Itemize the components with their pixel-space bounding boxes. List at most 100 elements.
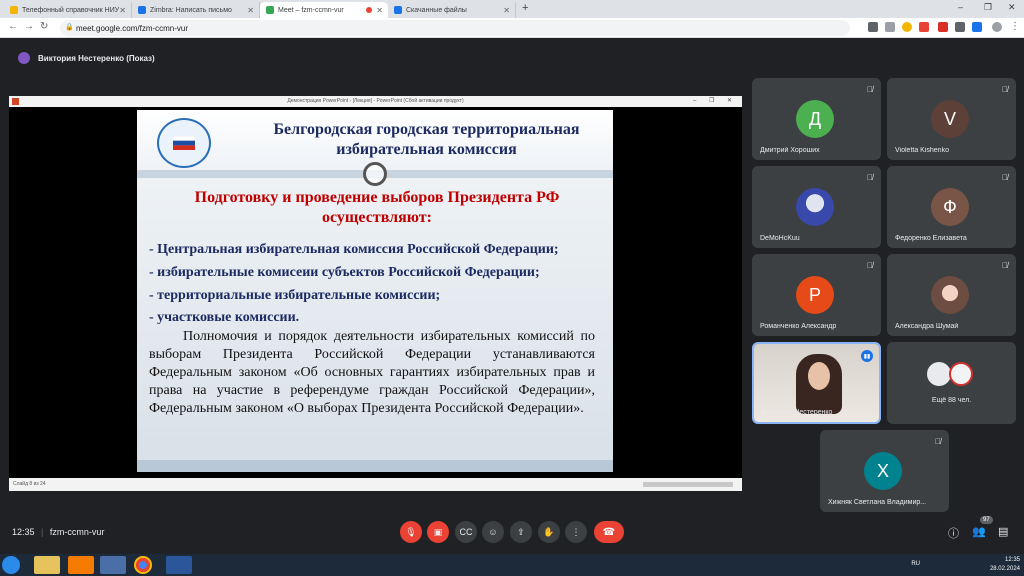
reload-icon[interactable]: ↻	[40, 21, 48, 32]
maximize-button[interactable]: ❐	[984, 2, 992, 13]
participant-tile-speaking[interactable]: ▮▮ Виктория Нестеренко	[752, 342, 881, 424]
tray-date: 28.02.2024	[989, 566, 1020, 572]
more-participants-tile[interactable]: Ещё 88 чел.	[887, 342, 1016, 424]
extension-icon[interactable]	[868, 22, 878, 32]
more-vert-icon: ⋮	[571, 526, 581, 537]
tab-downloads[interactable]: Скачанные файлы ✕	[388, 2, 516, 18]
commission-emblem-icon	[157, 118, 211, 168]
language-indicator[interactable]: RU	[911, 560, 920, 569]
slide-bullet: - Центральная избирательная комиссия Рос…	[149, 242, 559, 257]
speaking-indicator-icon: ▮▮	[861, 350, 873, 362]
mic-off-icon: 🎙̸	[1002, 261, 1008, 270]
participant-tile[interactable]: 🎙̸ DeMoHcKuu	[752, 166, 881, 248]
emoji-icon: ☺	[488, 527, 498, 537]
camera-toggle-button[interactable]: ▣	[427, 521, 449, 543]
address-bar[interactable]: 🔒 meet.google.com/fzm-ccmn-vur	[60, 20, 850, 36]
participant-tile[interactable]: Р 🎙̸ Романченко Александр	[752, 254, 881, 336]
slide-bullet: - территориальные избирательные комиссии…	[149, 288, 441, 303]
slide-paragraph: Полномочия и порядок деятельности избира…	[149, 329, 595, 416]
mic-off-icon: 🎙̸	[867, 173, 873, 182]
participant-name: Романченко Александр	[760, 323, 837, 330]
extension-icon[interactable]	[972, 22, 982, 32]
powerpoint-title-bar: Демонстрация PowerPoint - [Лекция] - Pow…	[9, 96, 742, 107]
view-controls	[643, 482, 733, 487]
tab-phone-directory[interactable]: Телефонный справочник НИУ ✕	[4, 2, 132, 18]
start-button[interactable]	[2, 556, 20, 574]
app-icon[interactable]	[100, 556, 126, 574]
mic-off-icon: 🎙̸	[867, 85, 873, 94]
slide-bullet: - избирательные комисеии субъектов Росси…	[149, 265, 540, 280]
extension-icon[interactable]	[938, 22, 948, 32]
present-button[interactable]: ⇪	[510, 521, 532, 543]
video-face	[808, 362, 830, 390]
participant-name: Федоренко Елизавета	[895, 235, 967, 242]
chrome-icon[interactable]	[134, 556, 152, 574]
ppt-restore-icon: ❐	[709, 98, 715, 104]
window-close-button[interactable]: ✕	[1008, 2, 1016, 13]
back-arrow-icon[interactable]: ←	[8, 21, 18, 32]
share-icon[interactable]	[885, 22, 895, 32]
bookmark-star-icon[interactable]	[902, 22, 912, 32]
close-icon[interactable]: ✕	[376, 6, 383, 15]
people-icon: 👥	[972, 526, 986, 538]
participant-avatar: Д	[796, 100, 834, 138]
presenter-avatar	[18, 52, 30, 64]
file-explorer-icon[interactable]	[34, 556, 60, 574]
participant-tile[interactable]: Ф 🎙̸ Федоренко Елизавета	[887, 166, 1016, 248]
reactions-button[interactable]: ☺	[482, 521, 504, 543]
mic-off-icon: 🎙̸	[1002, 173, 1008, 182]
puzzle-icon[interactable]	[955, 22, 965, 32]
word-icon[interactable]	[166, 556, 192, 574]
people-button[interactable]: 👥	[972, 525, 986, 538]
browser-toolbar: ← → ↻ 🔒 meet.google.com/fzm-ccmn-vur ⋮	[0, 18, 1024, 38]
participant-avatar: Ф	[931, 188, 969, 226]
new-tab-button[interactable]: +	[522, 2, 528, 14]
tab-favicon	[138, 6, 146, 14]
camera-off-icon: ▣	[433, 526, 443, 537]
more-options-button[interactable]: ⋮	[565, 521, 587, 543]
ppt-window-title: Демонстрация PowerPoint - [Лекция] - Pow…	[287, 98, 464, 104]
raise-hand-button[interactable]: ✋	[538, 521, 560, 543]
minimize-button[interactable]: –	[958, 2, 963, 12]
extension-icon[interactable]	[919, 22, 929, 32]
meet-stage: Виктория Нестеренко (Показ) Демонстрация…	[0, 38, 1024, 554]
meeting-details-button[interactable]: ⓘ	[948, 525, 959, 541]
media-player-icon[interactable]	[68, 556, 94, 574]
browser-tab-bar: Телефонный справочник НИУ ✕ Zimbra: Напи…	[0, 0, 1024, 18]
meeting-time: 12:35	[12, 527, 35, 537]
leave-call-button[interactable]: ☎	[594, 521, 624, 543]
tab-meet[interactable]: Meet – fzm-ccmn-vur ✕	[260, 2, 388, 18]
participant-tile[interactable]: 🎙̸ Александра Шумай	[887, 254, 1016, 336]
participant-name: Violetta Kishenko	[895, 147, 949, 154]
participant-tile[interactable]: Х 🎙̸ Хижняк Светлана Владимир...	[820, 430, 949, 512]
profile-avatar[interactable]	[992, 22, 1002, 32]
participant-name: Хижняк Светлана Владимир...	[828, 499, 927, 506]
powerpoint-logo-icon	[12, 98, 19, 105]
slide-title: Белгородская городская территориальная и…	[273, 121, 580, 158]
participant-tile[interactable]: V 🎙̸ Violetta Kishenko	[887, 78, 1016, 160]
phone-hangup-icon: ☎	[602, 526, 616, 538]
tab-title: Meet – fzm-ccmn-vur	[278, 6, 344, 14]
lock-icon: 🔒	[65, 24, 74, 31]
chat-button[interactable]: ▤	[998, 525, 1008, 538]
captions-button[interactable]: CC	[455, 521, 477, 543]
close-icon[interactable]: ✕	[119, 6, 126, 15]
hand-icon: ✋	[543, 526, 555, 537]
participant-photo-avatar	[949, 362, 973, 386]
mic-off-icon: 🎙̸	[1002, 85, 1008, 94]
forward-arrow-icon[interactable]: →	[24, 21, 34, 32]
download-icon	[394, 6, 402, 14]
close-icon[interactable]: ✕	[247, 6, 254, 15]
tab-zimbra[interactable]: Zimbra: Написать письмо ✕	[132, 2, 260, 18]
more-vert-icon[interactable]: ⋮	[1010, 21, 1020, 32]
slide-footer	[137, 460, 613, 472]
mic-off-icon: 🎙	[405, 526, 417, 537]
participant-avatar: Р	[796, 276, 834, 314]
tray-clock: 12:35	[1004, 557, 1020, 563]
shared-screen: Демонстрация PowerPoint - [Лекция] - Pow…	[9, 96, 742, 491]
tab-title: Скачанные файлы	[406, 6, 467, 14]
meeting-info: 12:35 | fzm-ccmn-vur	[12, 527, 104, 537]
close-icon[interactable]: ✕	[503, 6, 510, 15]
mic-toggle-button[interactable]: 🎙	[400, 521, 422, 543]
participant-tile[interactable]: Д 🎙̸ Дмитрий Хороших	[752, 78, 881, 160]
